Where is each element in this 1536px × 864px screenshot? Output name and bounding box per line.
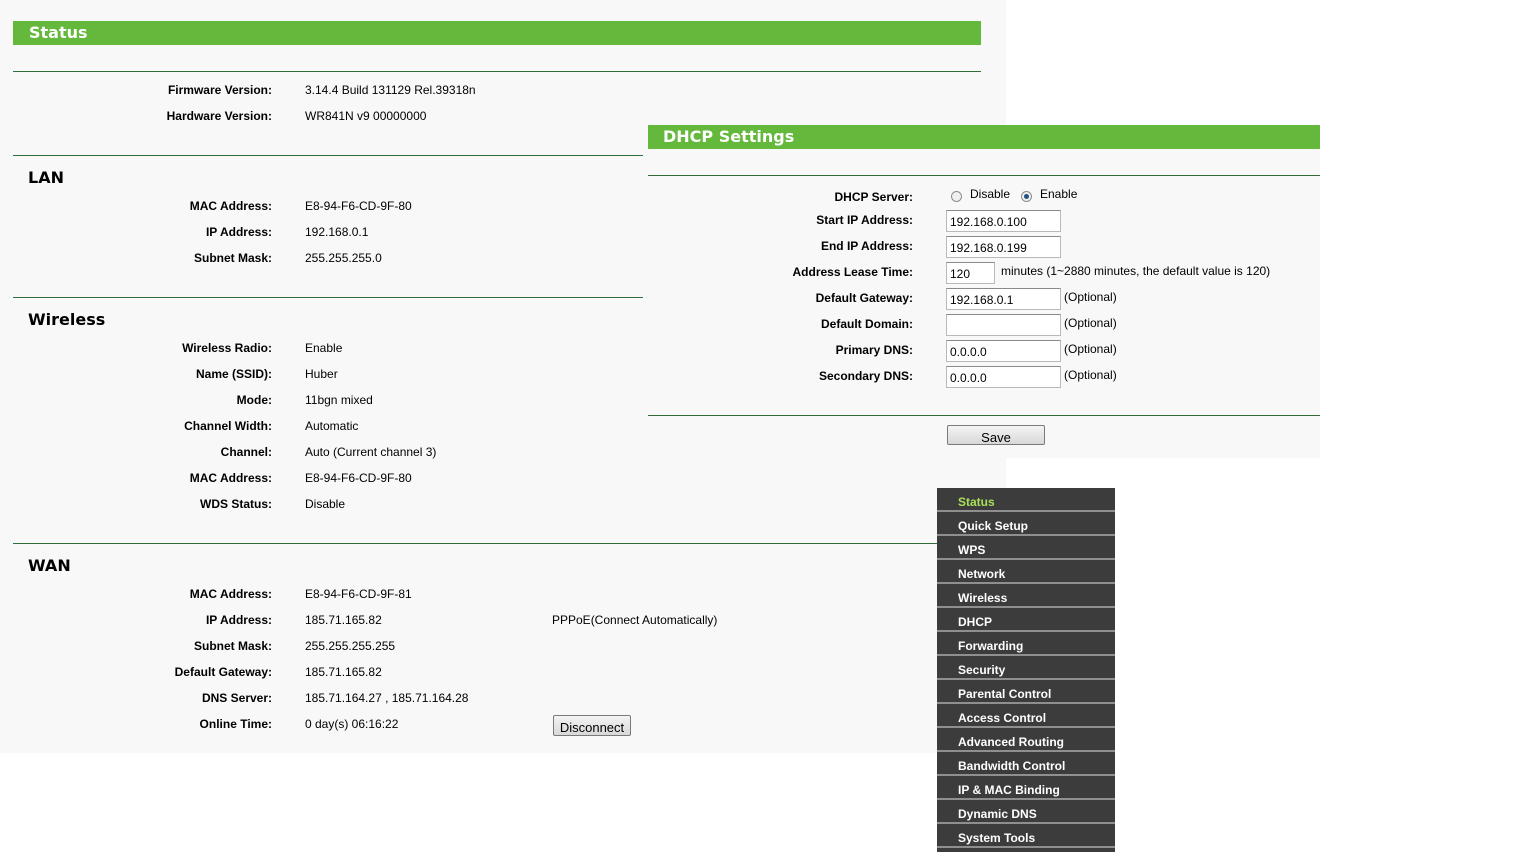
secondary-dns-row: Secondary DNS: (Optional) (648, 366, 1320, 388)
secondary-dns-note: (Optional) (1064, 368, 1117, 382)
main-menu: Status Quick Setup WPS Network Wireless … (937, 488, 1115, 852)
end-ip-label: End IP Address: (820, 239, 913, 253)
menu-item-advanced-routing[interactable]: Advanced Routing (937, 730, 1115, 752)
wireless-title: Wireless (28, 310, 106, 329)
save-button[interactable]: Save (947, 425, 1045, 445)
wireless-row-label: MAC Address: (189, 471, 272, 485)
wireless-row-value: E8-94-F6-CD-9F-80 (305, 471, 412, 485)
menu-item-security[interactable]: Security (937, 658, 1115, 680)
wan-connection-type: PPPoE(Connect Automatically) (552, 613, 718, 627)
lease-time-input[interactable] (946, 262, 995, 284)
dhcp-disable-label[interactable]: Disable (970, 187, 1010, 201)
divider (648, 175, 1320, 176)
menu-item-status[interactable]: Status (937, 490, 1115, 512)
menu-item-quick-setup[interactable]: Quick Setup (937, 514, 1115, 536)
menu-item-access-control[interactable]: Access Control (937, 706, 1115, 728)
menu-item-bandwidth-control[interactable]: Bandwidth Control (937, 754, 1115, 776)
start-ip-input[interactable] (946, 210, 1061, 232)
lan-row-value: E8-94-F6-CD-9F-80 (305, 199, 412, 213)
menu-item-ip-mac-binding[interactable]: IP & MAC Binding (937, 778, 1115, 800)
disconnect-button[interactable]: Disconnect (553, 715, 631, 736)
divider (13, 71, 981, 72)
wireless-row-label: WDS Status: (200, 497, 272, 511)
menu-item-network[interactable]: Network (937, 562, 1115, 584)
lan-row-label: Subnet Mask: (193, 251, 272, 265)
menu-item-forwarding[interactable]: Forwarding (937, 634, 1115, 656)
wireless-row-label: Wireless Radio: (182, 341, 272, 355)
start-ip-row: Start IP Address: (648, 210, 1320, 232)
dhcp-server-label: DHCP Server: (834, 190, 913, 204)
domain-note: (Optional) (1064, 316, 1117, 330)
menu-item-wireless[interactable]: Wireless (937, 586, 1115, 608)
dhcp-settings-panel: DHCP Settings DHCP Server: Disable Enabl… (648, 125, 1320, 458)
dhcp-title: DHCP Settings (648, 125, 1320, 149)
wireless-row-label: Mode: (236, 393, 272, 407)
divider (13, 155, 643, 156)
gateway-label: Default Gateway: (815, 291, 913, 305)
menu-item-wps[interactable]: WPS (937, 538, 1115, 560)
secondary-dns-label: Secondary DNS: (818, 369, 913, 383)
gateway-input[interactable] (946, 288, 1061, 310)
wan-row-value: 185.71.165.82 (305, 665, 382, 679)
wireless-row-label: Name (SSID): (195, 367, 272, 381)
status-title: Status (13, 21, 981, 45)
menu-item-parental-control[interactable]: Parental Control (937, 682, 1115, 704)
wireless-row-value: Automatic (305, 419, 359, 433)
wireless-row-value: Disable (305, 497, 346, 511)
dhcp-enable-radio[interactable] (1021, 191, 1032, 202)
lan-row-label: IP Address: (205, 225, 272, 239)
gateway-note: (Optional) (1064, 290, 1117, 304)
wan-row-label: IP Address: (205, 613, 272, 627)
dhcp-server-row: DHCP Server: Disable Enable (648, 187, 1320, 209)
wan-row-value: 185.71.164.27 , 185.71.164.28 (305, 691, 469, 705)
divider (13, 543, 937, 544)
firmware-value: 3.14.4 Build 131129 Rel.39318n (305, 83, 476, 97)
dhcp-enable-label[interactable]: Enable (1040, 187, 1077, 201)
menu-item-dynamic-dns[interactable]: Dynamic DNS (937, 802, 1115, 824)
lease-time-note: minutes (1~2880 minutes, the default val… (1001, 264, 1271, 278)
secondary-dns-input[interactable] (946, 366, 1061, 388)
wan-row-value: E8-94-F6-CD-9F-81 (305, 587, 412, 601)
wan-row-label: Subnet Mask: (193, 639, 272, 653)
menu-item-dhcp[interactable]: DHCP (937, 610, 1115, 632)
domain-input[interactable] (946, 314, 1061, 336)
lease-time-label: Address Lease Time: (792, 265, 914, 279)
wireless-row-value: Huber (305, 367, 338, 381)
primary-dns-label: Primary DNS: (835, 343, 913, 357)
end-ip-row: End IP Address: (648, 236, 1320, 258)
wan-row-value: 0 day(s) 06:16:22 (305, 717, 399, 731)
menu-item-system-tools[interactable]: System Tools (937, 826, 1115, 848)
wan-row-label: Online Time: (199, 717, 272, 731)
domain-label: Default Domain: (820, 317, 913, 331)
hardware-label: Hardware Version: (166, 109, 272, 123)
wireless-row-value: Auto (Current channel 3) (305, 445, 437, 459)
wan-row-label: MAC Address: (189, 587, 272, 601)
dhcp-disable-radio[interactable] (951, 191, 962, 202)
lan-row-label: MAC Address: (189, 199, 272, 213)
wan-row-value: 185.71.165.82 (305, 613, 382, 627)
divider (13, 297, 643, 298)
firmware-label: Firmware Version: (167, 83, 272, 97)
primary-dns-input[interactable] (946, 340, 1061, 362)
domain-row: Default Domain: (Optional) (648, 314, 1320, 336)
lan-row-value: 192.168.0.1 (305, 225, 369, 239)
end-ip-input[interactable] (946, 236, 1061, 258)
wireless-row-value: 11bgn mixed (305, 393, 373, 407)
start-ip-label: Start IP Address: (816, 213, 913, 227)
hardware-value: WR841N v9 00000000 (305, 109, 427, 123)
gateway-row: Default Gateway: (Optional) (648, 288, 1320, 310)
primary-dns-note: (Optional) (1064, 342, 1117, 356)
divider (648, 415, 1320, 416)
wireless-row-label: Channel: (220, 445, 272, 459)
wan-row-label: DNS Server: (201, 691, 272, 705)
lease-time-row: Address Lease Time: minutes (1~2880 minu… (648, 262, 1320, 284)
wan-row-label: Default Gateway: (174, 665, 272, 679)
wireless-row-value: Enable (305, 341, 343, 355)
primary-dns-row: Primary DNS: (Optional) (648, 340, 1320, 362)
wan-title: WAN (28, 556, 71, 575)
lan-title: LAN (28, 168, 64, 187)
lan-row-value: 255.255.255.0 (305, 251, 382, 265)
wan-row-value: 255.255.255.255 (305, 639, 396, 653)
wireless-row-label: Channel Width: (184, 419, 272, 433)
